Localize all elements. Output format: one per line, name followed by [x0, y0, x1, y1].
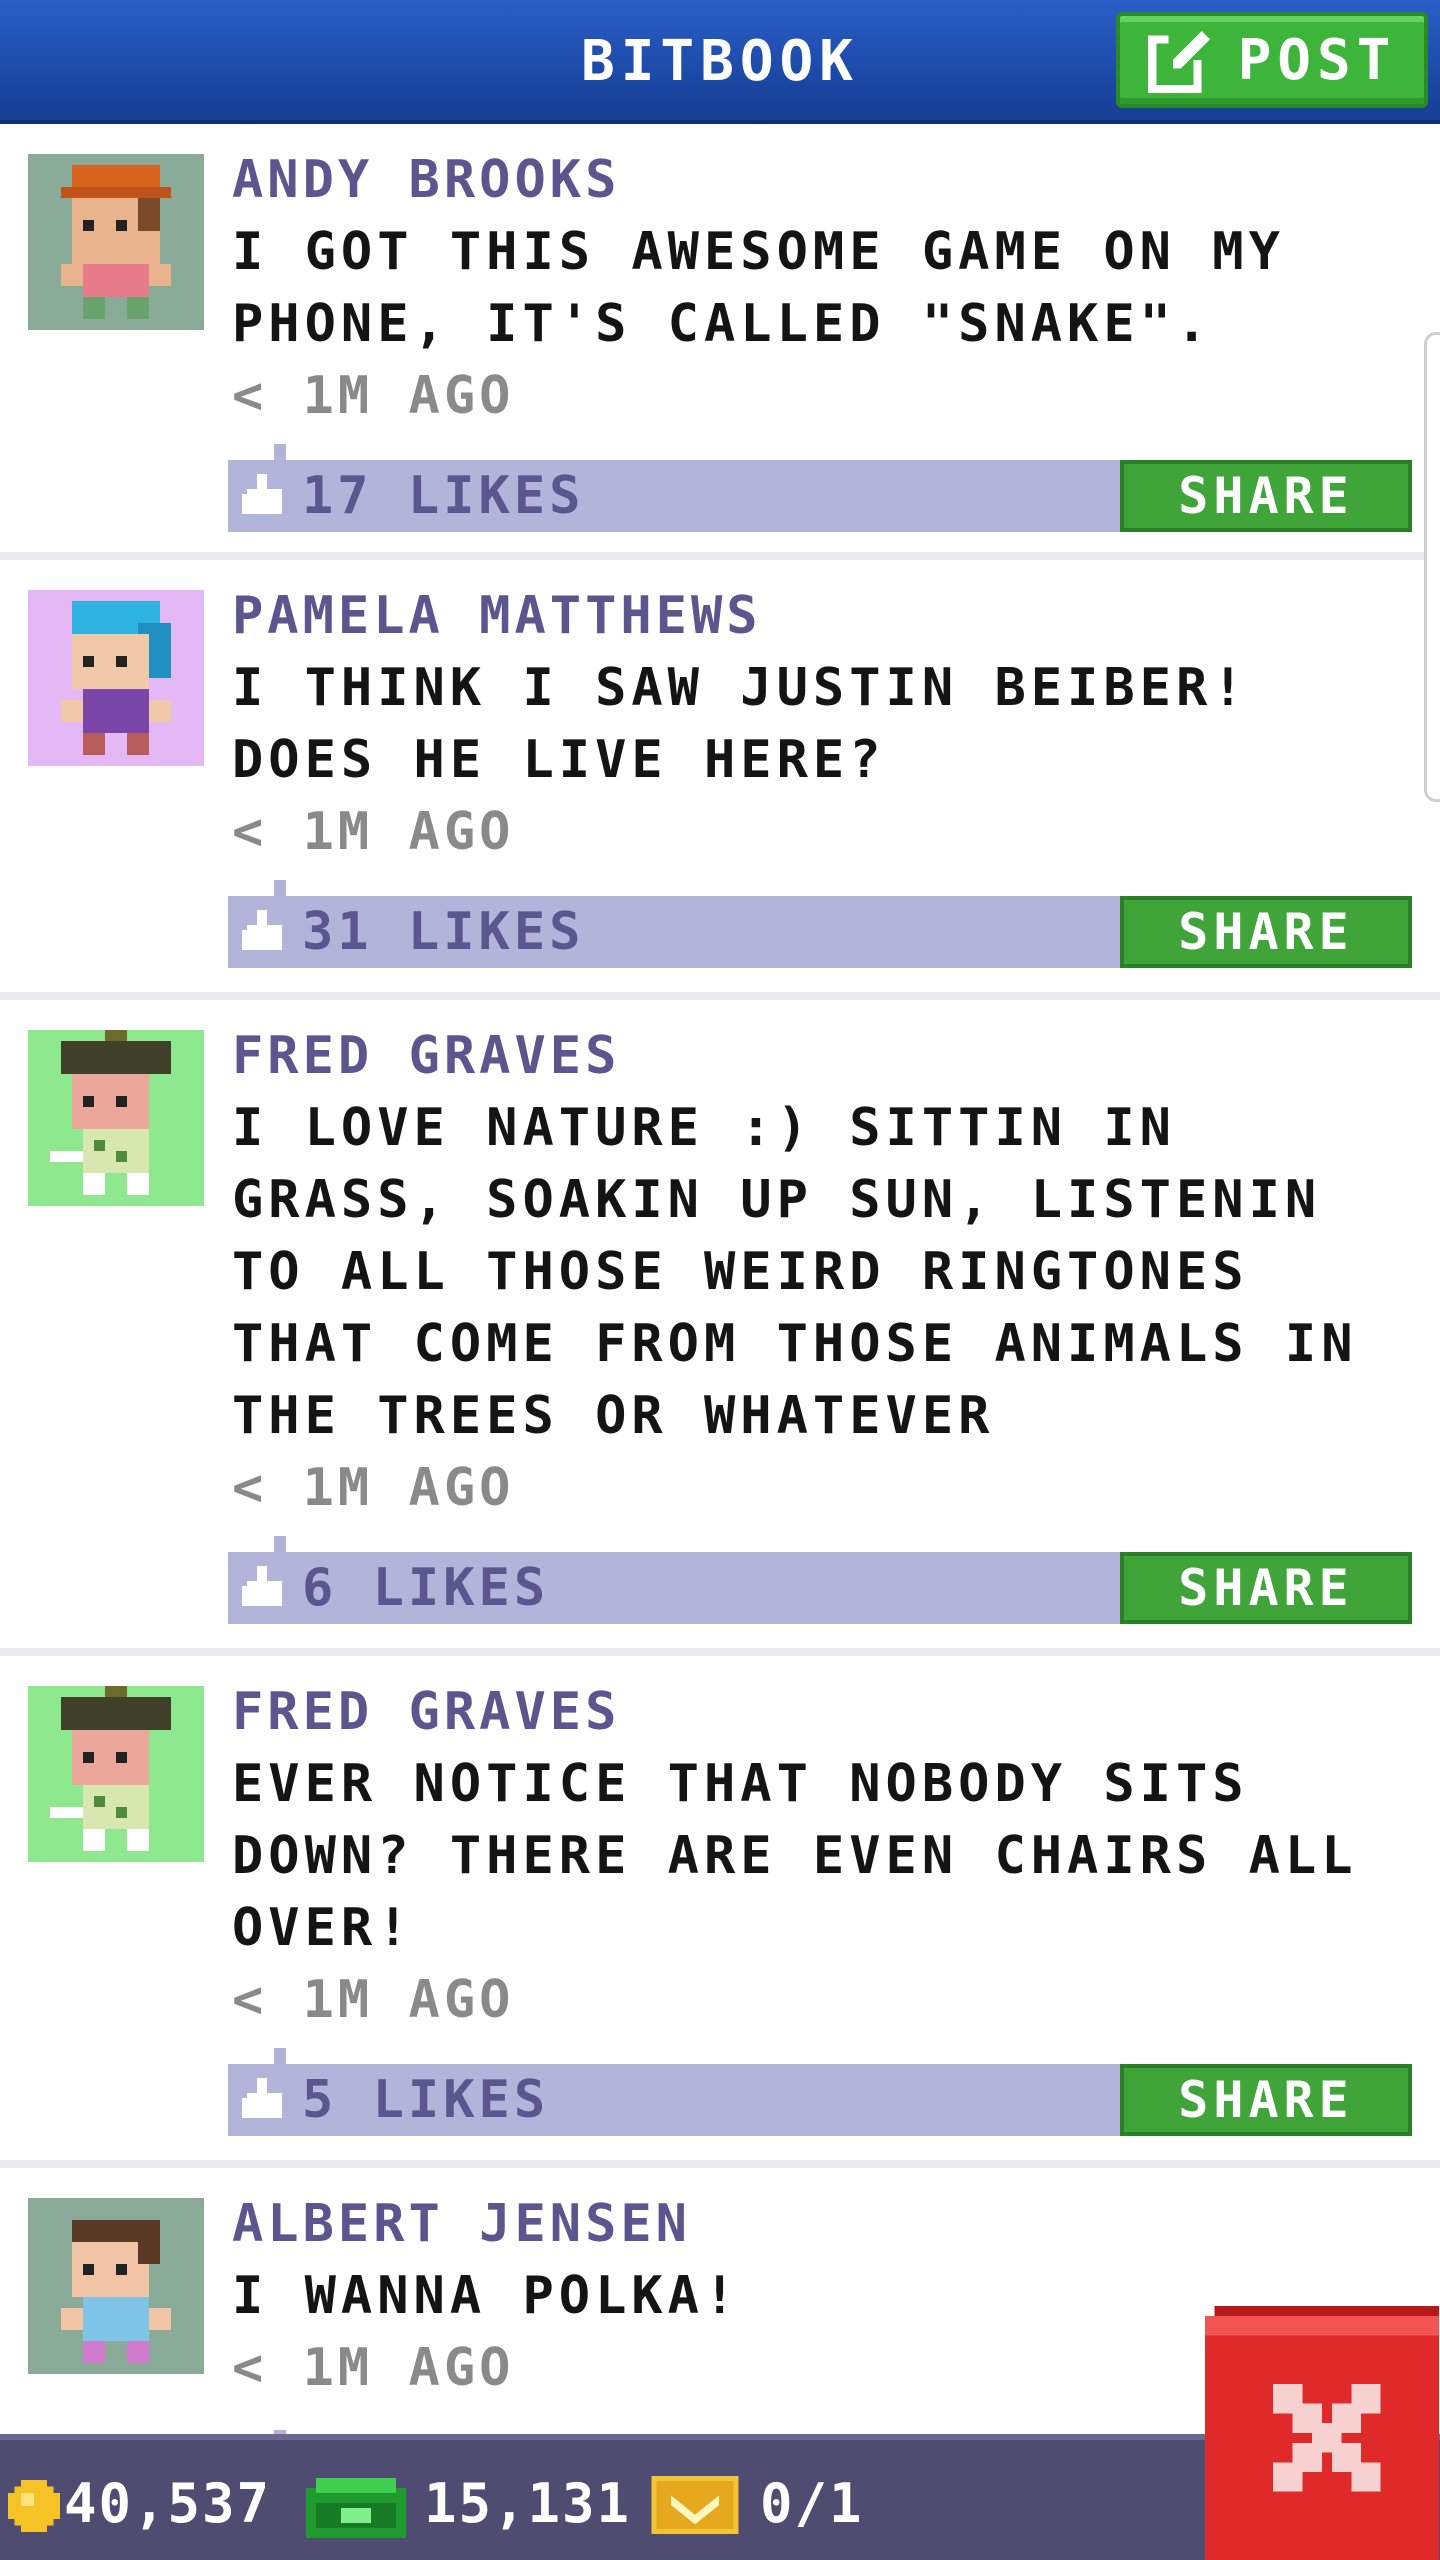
- share-button[interactable]: SHARE: [1120, 2064, 1412, 2136]
- feed-post: PAMELA MATTHEWS I THINK I SAW JUSTIN BEI…: [0, 560, 1440, 1000]
- thumbs-up-icon[interactable]: [242, 474, 282, 514]
- vip-ticket-icon: [651, 2476, 739, 2534]
- post-time: < 1M AGO: [232, 1970, 515, 2030]
- app-header: BITBOOK POST: [0, 0, 1440, 124]
- feed-post: ANDY BROOKS I GOT THIS AWESOME GAME ON M…: [0, 124, 1440, 560]
- post-message: I GOT THIS AWESOME GAME ON MY PHONE, IT'…: [232, 222, 1285, 354]
- bux-count: 15,131: [424, 2472, 632, 2535]
- coin-count: 40,537: [64, 2472, 272, 2535]
- post-time: < 1M AGO: [232, 366, 515, 426]
- close-button[interactable]: [1204, 2306, 1440, 2560]
- post-message: I LOVE NATURE :) SITTIN IN GRASS, SOAKIN…: [232, 1098, 1358, 1446]
- like-bar: 5 LIKES SHARE: [228, 2064, 1412, 2136]
- news-feed[interactable]: ANDY BROOKS I GOT THIS AWESOME GAME ON M…: [0, 124, 1440, 2468]
- avatar[interactable]: [28, 1030, 204, 1206]
- feed-post: FRED GRAVES I LOVE NATURE :) SITTIN IN G…: [0, 1000, 1440, 1656]
- thumbs-up-icon[interactable]: [242, 1566, 282, 1606]
- post-author[interactable]: ANDY BROOKS: [232, 144, 1422, 216]
- post-content: ANDY BROOKS I GOT THIS AWESOME GAME ON M…: [232, 144, 1422, 432]
- post-message: EVER NOTICE THAT NOBODY SITS DOWN? THERE…: [232, 1754, 1358, 1958]
- scroll-indicator[interactable]: [1424, 332, 1440, 802]
- vip-count: 0/1: [760, 2472, 864, 2535]
- post-time: < 1M AGO: [232, 802, 515, 862]
- share-button[interactable]: SHARE: [1120, 1552, 1412, 1624]
- avatar[interactable]: [28, 2198, 204, 2374]
- thumbs-up-icon[interactable]: [242, 910, 282, 950]
- like-count: 31 LIKES: [302, 902, 585, 962]
- edit-icon: [1147, 27, 1214, 93]
- post-author[interactable]: FRED GRAVES: [232, 1676, 1422, 1748]
- bux-icon: [306, 2478, 406, 2538]
- post-author[interactable]: ALBERT JENSEN: [232, 2188, 1422, 2260]
- share-button[interactable]: SHARE: [1120, 896, 1412, 968]
- post-content: PAMELA MATTHEWS I THINK I SAW JUSTIN BEI…: [232, 580, 1422, 868]
- thumbs-up-icon[interactable]: [242, 2078, 282, 2118]
- coin-icon: [8, 2480, 60, 2532]
- post-button-label: POST: [1237, 27, 1397, 93]
- like-count: 6 LIKES: [302, 1558, 550, 1618]
- avatar[interactable]: [28, 1686, 204, 1862]
- post-message: I THINK I SAW JUSTIN BEIBER! DOES HE LIV…: [232, 658, 1249, 790]
- like-count: 5 LIKES: [302, 2070, 550, 2130]
- like-count: 17 LIKES: [302, 466, 585, 526]
- post-author[interactable]: FRED GRAVES: [232, 1020, 1422, 1092]
- post-author[interactable]: PAMELA MATTHEWS: [232, 580, 1422, 652]
- avatar[interactable]: [28, 590, 204, 766]
- feed-post: FRED GRAVES EVER NOTICE THAT NOBODY SITS…: [0, 1656, 1440, 2168]
- share-button[interactable]: SHARE: [1120, 460, 1412, 532]
- post-content: FRED GRAVES EVER NOTICE THAT NOBODY SITS…: [232, 1676, 1422, 2036]
- post-button[interactable]: POST: [1116, 12, 1428, 108]
- post-content: FRED GRAVES I LOVE NATURE :) SITTIN IN G…: [232, 1020, 1422, 1524]
- post-time: < 1M AGO: [232, 1458, 515, 1518]
- like-bar: 31 LIKES SHARE: [228, 896, 1412, 968]
- like-bar: 6 LIKES SHARE: [228, 1552, 1412, 1624]
- avatar[interactable]: [28, 154, 204, 330]
- like-bar: 17 LIKES SHARE: [228, 460, 1412, 532]
